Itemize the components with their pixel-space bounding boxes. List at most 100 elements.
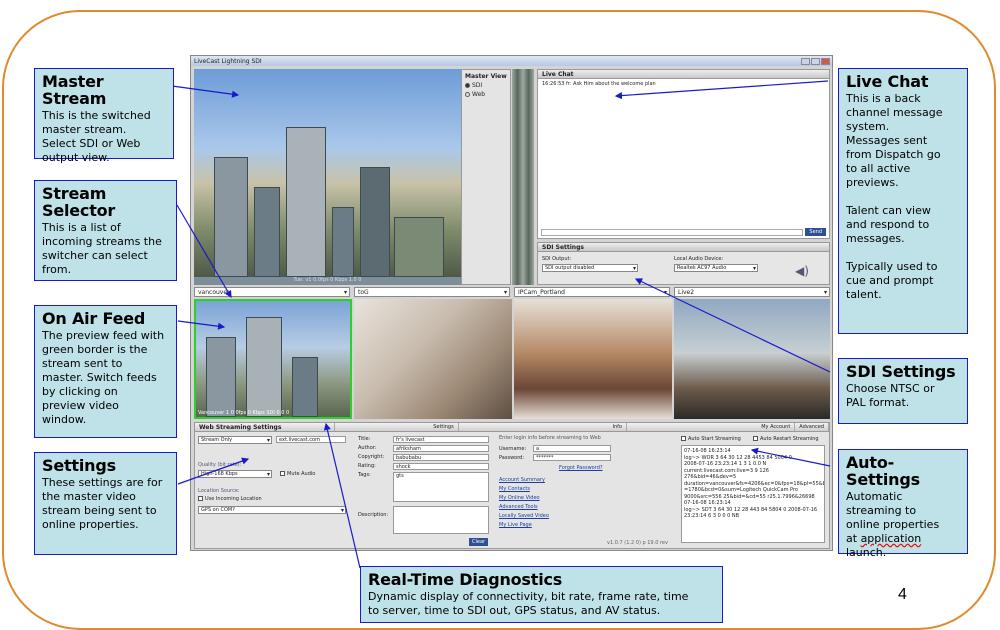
callout-live-chat: Live Chat This is a back channel message… (838, 68, 968, 334)
account-summary-link[interactable]: Account Summary (499, 477, 549, 483)
quality-label: Quality (bit rate): (198, 462, 242, 468)
tab-info[interactable]: Info (459, 423, 627, 431)
stream-selector-3[interactable]: IPCam_Portland (514, 287, 670, 297)
tab-web-streaming-settings[interactable]: Web Streaming Settings (195, 423, 336, 431)
audio-device-label: Local Audio Device: (674, 256, 724, 262)
username-field[interactable]: a (533, 445, 611, 452)
stream-selector-2[interactable]: toG (354, 287, 510, 297)
chat-input[interactable] (541, 229, 803, 236)
auto-start-option[interactable]: Auto Start Streaming (681, 436, 741, 442)
use-incoming-location[interactable]: Use Incoming Location (198, 496, 262, 502)
maximize-button[interactable] (811, 57, 820, 65)
server-field[interactable]: ext.livecast.com (276, 436, 346, 443)
stream-mode-select[interactable]: Stream Only (198, 436, 272, 444)
callout-diagnostics-title: Real-Time Diagnostics (368, 570, 563, 589)
window-controls (801, 57, 832, 65)
forgot-password-link[interactable]: Forgot Password? (559, 465, 603, 471)
my-online-video-link[interactable]: My Online Video (499, 495, 549, 501)
preview-feed-4[interactable] (674, 299, 830, 419)
my-live-page-link[interactable]: My Live Page (499, 522, 549, 528)
page-number: 4 (898, 586, 907, 603)
rating-field[interactable]: shock (393, 463, 489, 470)
locally-saved-video-link[interactable]: Locally Saved Video (499, 513, 549, 519)
version-text: v1.0.7 (1.2 0) p 19.0 rev (607, 540, 668, 546)
tab-advanced[interactable]: Advanced (795, 423, 829, 431)
diagnostics-log: 07-16-08 16:23:14 log~> WOR 3 64 30 12 2… (681, 445, 825, 543)
stream-selector-1[interactable]: vancouver (194, 287, 350, 297)
checkbox-icon[interactable] (753, 436, 758, 441)
stream-selector-4[interactable]: Live2 (674, 287, 830, 297)
callout-live-chat-title: Live Chat (846, 72, 929, 91)
account-column: Enter login info before streaming to Web… (499, 434, 679, 548)
callout-master-stream: Master Stream This is the switched maste… (34, 68, 174, 164)
checkbox-icon[interactable] (280, 471, 285, 476)
my-contacts-link[interactable]: My Contacts (499, 486, 549, 492)
settings-area: Web Streaming Settings Settings Info My … (194, 422, 830, 549)
callout-stream-selector: Stream Selector This is a list of incomi… (34, 180, 177, 281)
clear-button[interactable]: Clear (469, 538, 489, 546)
tags-field[interactable]: gts (393, 472, 489, 502)
password-label: Password: (499, 455, 525, 461)
preview-feed-2[interactable] (354, 299, 512, 419)
password-field[interactable]: ******* (533, 454, 611, 461)
callout-auto-settings-title: Auto-Settings (846, 453, 920, 489)
callout-settings-body: These settings are for the master video … (42, 476, 163, 531)
callout-settings: Settings These settings are for the mast… (34, 452, 177, 555)
callout-settings-title: Settings (42, 456, 116, 475)
mute-audio-option[interactable]: Mute Audio (280, 471, 315, 477)
callout-auto-settings: Auto-Settings Automatic streaming to onl… (838, 449, 968, 559)
callout-on-air-feed-body: The preview feed with green border is th… (42, 329, 165, 426)
chat-message: 16:26:53 fr: Ask Him about the welcome p… (542, 81, 656, 87)
location-select[interactable]: GPS on COM? (198, 506, 346, 514)
settings-tab-bar: Web Streaming Settings Settings Info My … (195, 423, 829, 432)
checkbox-icon[interactable] (681, 436, 686, 441)
username-label: Username: (499, 446, 527, 452)
auto-restart-option[interactable]: Auto Restart Streaming (753, 436, 819, 442)
master-view-option-sdi[interactable]: SDI (465, 82, 507, 89)
speaker-icon[interactable]: ◀) (795, 264, 809, 278)
sdi-settings-title: SDI Settings (538, 243, 829, 252)
checkbox-icon[interactable] (198, 496, 203, 501)
send-button[interactable]: Send (805, 228, 826, 236)
advanced-column: Auto Start Streaming Auto Restart Stream… (679, 434, 829, 548)
rating-label: Rating: (358, 463, 376, 469)
callout-auto-settings-body: Automatic streaming to online properties… (846, 490, 940, 559)
panel-splitter[interactable] (512, 69, 534, 285)
tags-label: Tags: (358, 472, 371, 478)
app-window: LiveCast Lightning SDI Tue: v1 0.0fps 0 … (190, 55, 833, 551)
preview-feeds: Vancouver 1 0 0fps 0 Kbps SDI 0.0 0 (194, 299, 830, 419)
radio-icon[interactable] (465, 92, 470, 97)
description-label: Description: (358, 512, 389, 518)
sdi-output-select[interactable]: SDI output disabled (542, 264, 638, 272)
master-view-panel: Master View SDI Web (461, 69, 511, 285)
stream-selector-strip: vancouver toG IPCam_Portland Live2 (194, 287, 830, 298)
radio-icon[interactable] (465, 83, 470, 88)
author-field[interactable]: afriksham (393, 445, 489, 452)
close-button[interactable] (821, 57, 830, 65)
web-settings-column: Stream Only ext.livecast.com Quality (bi… (198, 434, 353, 548)
callout-sdi-settings-title: SDI Settings (846, 362, 956, 381)
location-label: Location Source: (198, 488, 240, 494)
preview-feed-on-air[interactable]: Vancouver 1 0 0fps 0 Kbps SDI 0.0 0 (194, 299, 352, 419)
title-field[interactable]: fr's livecast (393, 436, 489, 443)
live-chat-panel: Live Chat 16:26:53 fr: Ask Him about the… (537, 69, 830, 239)
advanced-tools-link[interactable]: Advanced Tools (499, 504, 549, 510)
callout-master-stream-title: Master Stream (42, 72, 107, 108)
sdi-settings-panel: SDI Settings SDI Output: SDI output disa… (537, 242, 830, 285)
author-label: Author: (358, 445, 377, 451)
tab-my-account[interactable]: My Account (627, 423, 796, 431)
master-view-option-web[interactable]: Web (465, 91, 507, 98)
master-stream-video (194, 69, 461, 277)
callout-live-chat-body: This is a back channel message system. M… (846, 92, 943, 301)
audio-device-select[interactable]: Realtek AC97 Audio (674, 264, 758, 272)
copyright-label: Copyright: (358, 454, 385, 460)
title-label: Title: (358, 436, 371, 442)
copyright-field[interactable]: babubabu (393, 454, 489, 461)
tab-settings[interactable]: Settings (335, 423, 459, 431)
description-field[interactable] (393, 506, 489, 534)
preview-feed-3[interactable] (514, 299, 672, 419)
quality-select[interactable]: High-168 Kbps (198, 470, 272, 478)
callout-diagnostics-body: Dynamic display of connectivity, bit rat… (368, 590, 689, 617)
minimize-button[interactable] (801, 57, 810, 65)
callout-stream-selector-title: Stream Selector (42, 184, 116, 220)
